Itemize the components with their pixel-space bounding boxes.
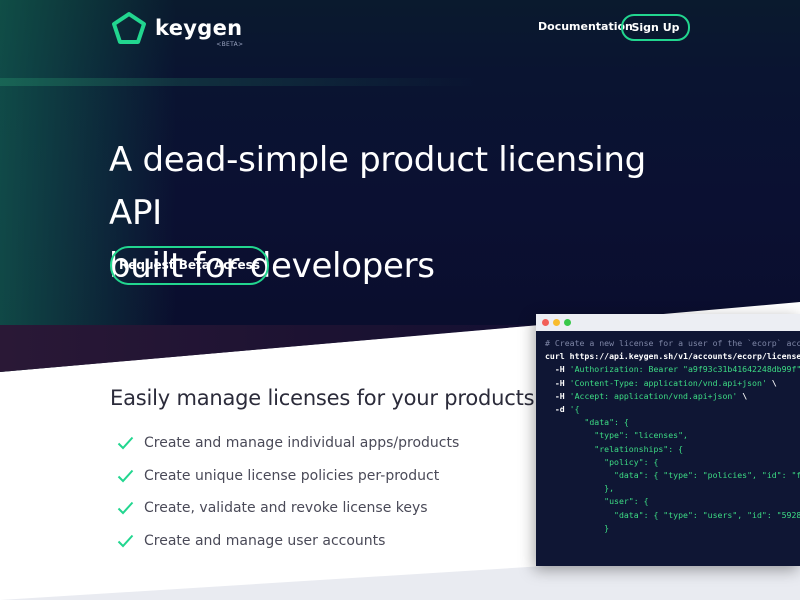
code-line: -H 'Accept: application/vnd.api+json' \: [545, 390, 800, 403]
code-line: },: [545, 483, 615, 494]
hero-headline-line1: A dead-simple product licensing API: [109, 140, 646, 233]
code-line: -H 'Authorization: Bearer "a9f93c31b4164…: [545, 363, 800, 376]
code-window-titlebar: [536, 314, 800, 331]
code-token: -d: [545, 404, 570, 415]
code-line: "data": { "type": "policies", "id": "f: [545, 470, 800, 481]
feature-item: Create and manage individual apps/produc…: [117, 427, 459, 460]
logo[interactable]: keygen <BETA>: [111, 11, 243, 48]
code-snippet: # Create a new license for a user of the…: [536, 331, 800, 535]
code-string: 'Content-Type: application/vnd.api+json': [569, 377, 767, 388]
code-string: '{: [569, 404, 580, 415]
close-dot-icon: [542, 319, 549, 326]
feature-text: Create unique license policies per-produ…: [144, 467, 440, 484]
beta-badge: <BETA>: [216, 41, 244, 48]
code-line: }: [545, 522, 610, 533]
code-window: # Create a new license for a user of the…: [536, 314, 800, 566]
code-line: -d '{: [545, 403, 800, 416]
hero-accent-band: [0, 78, 800, 86]
code-token: \: [737, 390, 748, 401]
code-line: "policy": {: [545, 456, 659, 467]
code-string: 'Accept: application/vnd.api+json': [569, 390, 738, 401]
code-token: -H: [545, 390, 570, 401]
code-line: curl https://api.keygen.sh/v1/accounts/e…: [545, 351, 800, 362]
code-string: 'Authorization: Bearer "a9f93c31b4164224…: [569, 364, 800, 375]
minimize-dot-icon: [553, 319, 560, 326]
code-line: "data": {: [545, 417, 629, 428]
code-line: "user": {: [545, 496, 649, 507]
features-list: Create and manage individual apps/produc…: [117, 427, 459, 557]
feature-text: Create and manage user accounts: [144, 532, 386, 549]
check-icon: [117, 534, 134, 548]
check-icon: [117, 502, 134, 515]
logo-name: keygen: [155, 16, 243, 40]
request-beta-access-button[interactable]: Request Beta Access: [110, 246, 269, 285]
code-token: -H: [545, 364, 570, 375]
feature-item: Create, validate and revoke license keys: [117, 492, 459, 525]
feature-text: Create, validate and revoke license keys: [144, 500, 428, 517]
check-icon: [117, 437, 134, 450]
code-token: \: [766, 377, 777, 388]
feature-text: Create and manage individual apps/produc…: [144, 435, 460, 452]
code-line: "type": "licenses",: [545, 430, 688, 441]
check-icon: [117, 469, 134, 483]
code-line: "data": { "type": "users", "id": "5928: [545, 509, 800, 520]
pentagon-logo-icon: [112, 12, 146, 44]
features-title: Easily manage licenses for your products: [110, 386, 535, 410]
feature-item: Create and manage user accounts: [117, 525, 459, 558]
sign-up-button[interactable]: Sign Up: [621, 14, 690, 41]
code-line: -H 'Content-Type: application/vnd.api+js…: [545, 377, 800, 390]
feature-item: Create unique license policies per-produ…: [117, 460, 459, 493]
code-token: -H: [545, 377, 570, 388]
nav-documentation-link[interactable]: Documentation: [538, 20, 633, 33]
logo-text: keygen <BETA>: [155, 16, 243, 48]
hero-bottom-tint: [0, 325, 540, 372]
maximize-dot-icon: [564, 319, 571, 326]
code-line: # Create a new license for a user of the…: [545, 338, 800, 348]
code-line: "relationships": {: [545, 443, 684, 454]
